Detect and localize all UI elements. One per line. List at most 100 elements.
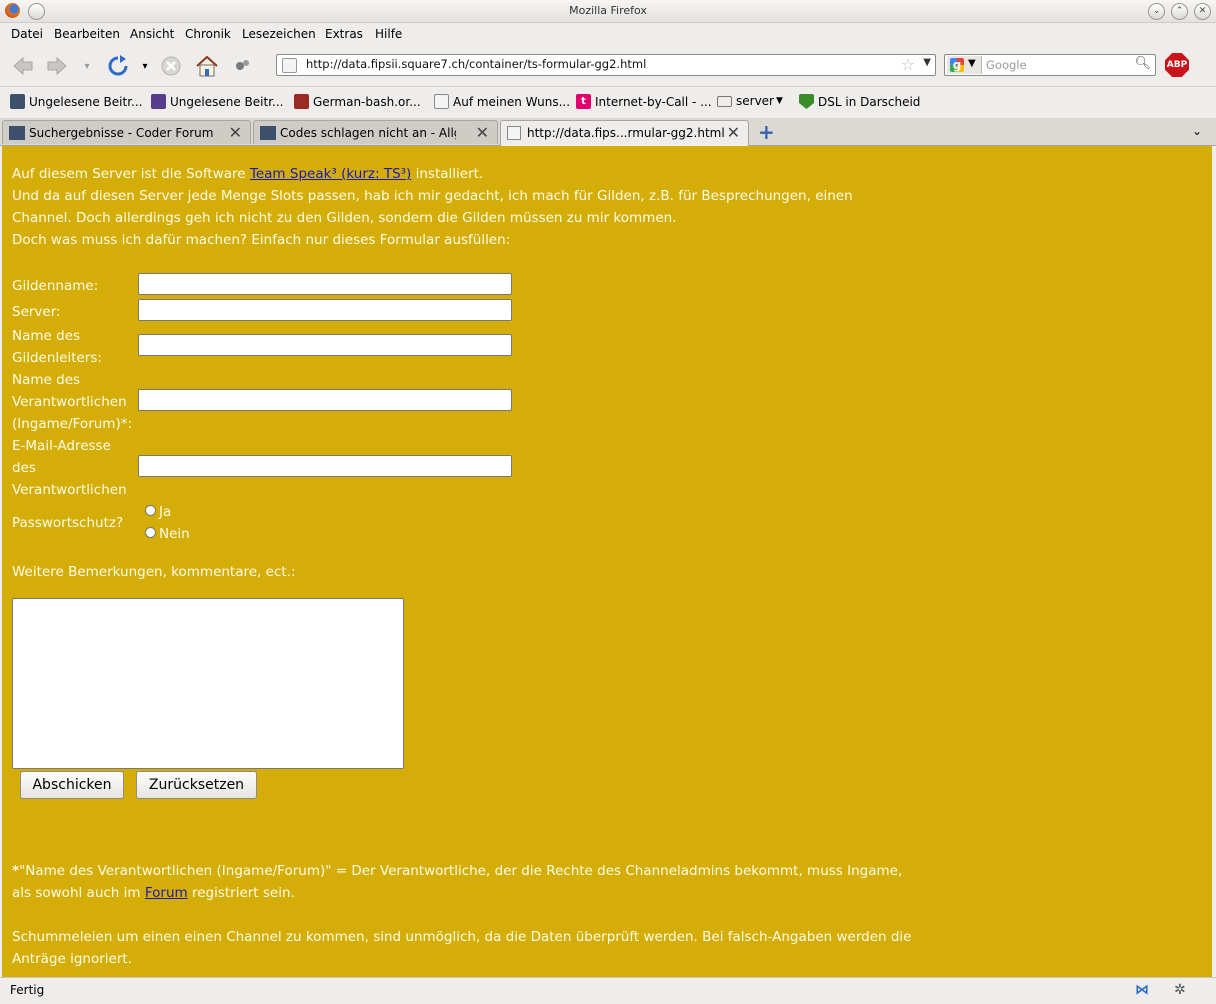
forum-icon [151, 94, 166, 109]
responsible-input[interactable] [138, 389, 512, 411]
title-bar: Mozilla Firefox ⌄ ⌃ ✕ [0, 0, 1216, 23]
intro-text: installiert. [411, 166, 484, 182]
google-icon: g [950, 58, 964, 72]
shield-icon [799, 94, 814, 109]
teamspeak-link[interactable]: Team Speak³ (kurz: TS³) [250, 166, 411, 182]
password-yes-label: Ja [159, 504, 172, 520]
leader-label-1: Name des [12, 328, 81, 344]
page-icon [507, 126, 521, 140]
search-icon[interactable]: 🔍︎ [1134, 56, 1151, 71]
leader-label-2: Gildenleiters: [12, 350, 102, 366]
reset-button[interactable]: Zurücksetzen [136, 771, 257, 799]
menu-chronik[interactable]: Chronik [185, 27, 231, 41]
maximize-button[interactable]: ⌃ [1171, 3, 1188, 20]
bookmarks-toolbar: Ungelesene Beitr... Ungelesene Beitr... … [0, 88, 1216, 114]
page-content: Auf diesem Server ist die Software Team … [2, 146, 1212, 977]
bash-icon [294, 94, 309, 109]
forum-icon [10, 94, 25, 109]
bookmark-item[interactable]: Ungelesene Beitr... [10, 94, 142, 109]
search-engine-selector[interactable]: g ▼ [947, 56, 982, 74]
bookmark-label: Ungelesene Beitr... [170, 94, 284, 109]
bookmark-label: Ungelesene Beitr... [29, 94, 143, 109]
history-dropdown-icon[interactable]: ▾ [80, 54, 94, 78]
gear-icon [236, 60, 249, 70]
bookmark-item[interactable]: Auf meinen Wuns... [434, 94, 570, 109]
email-label-3: Verantwortlichen [12, 482, 127, 498]
server-input[interactable] [138, 299, 512, 321]
menu-lesezeichen[interactable]: Lesezeichen [242, 27, 316, 41]
password-no-radio[interactable] [145, 527, 156, 538]
bookmark-label: German-bash.or... [313, 94, 421, 109]
bookmark-label: Internet-by-Call - ... [595, 94, 712, 109]
note-text: als sowohl auch im [12, 885, 145, 901]
bookmark-item[interactable]: t Internet-by-Call - ... [576, 94, 712, 109]
email-label-2: des [12, 460, 36, 476]
menu-bearbeiten[interactable]: Bearbeiten [54, 27, 120, 41]
chevron-down-icon: ▼ [776, 96, 783, 106]
status-text: Fertig [10, 983, 45, 997]
bookmark-item[interactable]: German-bash.or... [294, 94, 421, 109]
bookmark-item[interactable]: Ungelesene Beitr... [151, 94, 283, 109]
password-yes-radio[interactable] [145, 505, 156, 516]
bookmark-folder[interactable]: server ▼ [717, 94, 783, 108]
email-label-1: E-Mail-Adresse [12, 438, 111, 454]
responsible-label-2: Verantwortlichen [12, 394, 127, 410]
close-tab-icon[interactable]: ✕ [229, 123, 242, 142]
submit-button[interactable]: Abschicken [20, 771, 124, 799]
close-tab-icon[interactable]: ✕ [476, 123, 489, 142]
bug-icon[interactable]: ✲ [1174, 982, 1186, 998]
remarks-textarea[interactable] [12, 598, 404, 769]
home-icon [196, 55, 218, 77]
bookmark-star-icon[interactable]: ☆ [901, 55, 915, 74]
url-bar[interactable]: http://data.fipsii.square7.ch/container/… [276, 54, 936, 76]
intro-line-1: Auf diesem Server ist die Software Team … [12, 163, 483, 185]
stop-button[interactable] [158, 54, 184, 78]
window-title: Mozilla Firefox [569, 4, 647, 17]
t-icon: t [576, 94, 591, 109]
close-window-button[interactable]: ✕ [1194, 3, 1211, 20]
home-button[interactable] [194, 54, 220, 78]
tab-suchergebnisse[interactable]: Suchergebnisse - Coder Forum ✕ [2, 120, 251, 144]
tab-label: Suchergebnisse - Coder Forum [29, 126, 214, 140]
url-text[interactable]: http://data.fipsii.square7.ch/container/… [306, 57, 646, 71]
new-tab-icon[interactable]: + [758, 120, 775, 144]
chevron-down-icon: ▼ [968, 58, 976, 69]
forward-arrow-icon [47, 56, 67, 76]
menu-ansicht[interactable]: Ansicht [130, 27, 174, 41]
forward-button[interactable] [44, 54, 70, 78]
close-tab-icon[interactable]: ✕ [727, 123, 740, 142]
tab-list-chevron-icon[interactable]: ⌄ [1192, 124, 1202, 138]
tab-label: Codes schlagen nicht an - Allge... [280, 126, 456, 140]
tab-codes[interactable]: Codes schlagen nicht an - Allge... ✕ [253, 120, 498, 144]
bookmark-item[interactable]: DSL in Darscheid [799, 94, 920, 109]
minimize-button[interactable]: ⌄ [1148, 3, 1165, 20]
responsible-label-3: (Ingame/Forum)*: [12, 416, 133, 432]
forum-link[interactable]: Forum [145, 885, 188, 901]
guild-name-label: Gildenname: [12, 278, 99, 294]
reload-button[interactable] [104, 54, 132, 78]
search-bar[interactable]: g ▼ Google 🔍︎ [944, 54, 1156, 76]
search-input[interactable]: Google [986, 58, 1027, 72]
status-bar: Fertig ⋈ ✲ [0, 977, 1216, 1004]
page-icon [434, 94, 449, 109]
tab-label: http://data.fips...rmular-gg2.html [527, 126, 725, 140]
navigation-toolbar: ▾ ▾ http://data.fipsii.square7.ch/contai… [0, 46, 1216, 87]
network-status-icon[interactable]: ⋈ [1135, 982, 1149, 998]
back-arrow-icon [13, 56, 33, 76]
guild-leader-input[interactable] [138, 334, 512, 356]
tab-active-page[interactable]: http://data.fips...rmular-gg2.html ✕ [500, 120, 749, 146]
menu-datei[interactable]: Datei [11, 27, 43, 41]
bookmark-label: server [736, 94, 774, 108]
addon-button[interactable] [230, 54, 254, 78]
guild-name-input[interactable] [138, 273, 512, 295]
site-identity-icon[interactable] [282, 58, 297, 73]
url-dropdown-icon[interactable]: ▼ [923, 57, 931, 68]
email-input[interactable] [138, 455, 512, 477]
menu-extras[interactable]: Extras [325, 27, 363, 41]
reload-dropdown-icon[interactable]: ▾ [138, 54, 152, 78]
back-button[interactable] [10, 54, 36, 78]
note-line-1: *"Name des Verantwortlichen (Ingame/Foru… [12, 860, 902, 882]
menu-hilfe[interactable]: Hilfe [375, 27, 402, 41]
warning-line-2: Anträge ignoriert. [12, 951, 132, 967]
tab-bar: Suchergebnisse - Coder Forum ✕ Codes sch… [0, 118, 1216, 146]
